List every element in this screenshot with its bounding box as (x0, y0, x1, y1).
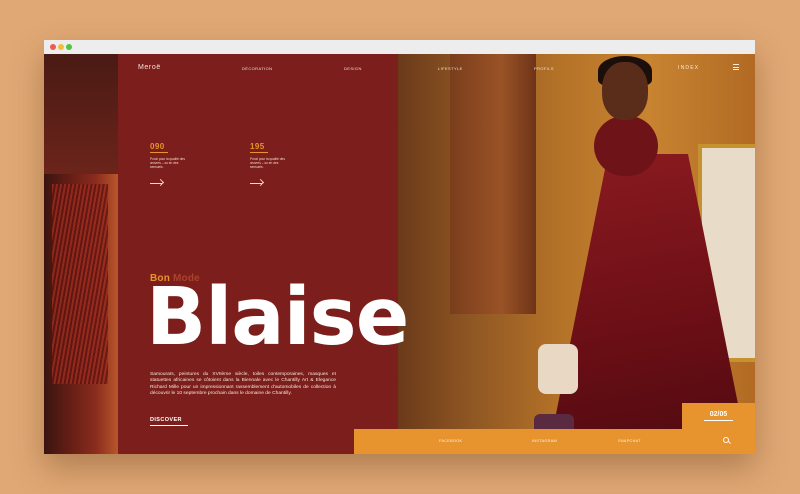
site-logo[interactable]: Meroë (138, 64, 161, 71)
footer-link-facebook[interactable]: FACEBOOK (439, 439, 462, 443)
search-icon[interactable] (723, 437, 731, 444)
nav-item-lifestyle[interactable]: LIFESTYLE (438, 66, 463, 71)
stat-block-2: 195 Ponzi pour la qualité des œuvres – o… (250, 142, 306, 187)
nav-item-design[interactable]: DESIGN (344, 66, 362, 71)
nav-item-profils[interactable]: PROFILS (534, 66, 554, 71)
left-fashion-photo (44, 54, 118, 454)
arrow-right-icon[interactable] (150, 178, 165, 187)
footer-link-instagram[interactable]: INSTAGRAM (532, 439, 557, 443)
discover-link[interactable]: DISCOVER (150, 417, 182, 423)
stat-block-1: 090 Ponzi pour la qualité des œuvres – o… (150, 142, 206, 187)
slide-counter: 02/05 (682, 403, 755, 429)
top-navigation: Meroë DÉCORATION DESIGN LIFESTYLE PROFIL… (44, 54, 755, 84)
stat-description: Ponzi pour la qualité des œuvres – ou en… (150, 157, 185, 169)
minimize-window-icon[interactable] (58, 44, 64, 50)
zoom-window-icon[interactable] (66, 44, 72, 50)
browser-window: Meroë DÉCORATION DESIGN LIFESTYLE PROFIL… (44, 40, 755, 454)
stat-number: 195 (250, 142, 265, 151)
page-stage: Meroë DÉCORATION DESIGN LIFESTYLE PROFIL… (44, 54, 755, 454)
footer-link-snapchat[interactable]: SNAPCHAT (618, 439, 641, 443)
browser-chrome (44, 40, 755, 55)
nav-item-decoration[interactable]: DÉCORATION (242, 66, 272, 71)
model-photo (398, 54, 755, 454)
social-footer-bar: FACEBOOK INSTAGRAM SNAPCHAT (354, 429, 755, 454)
slide-counter-label: 02/05 (709, 411, 728, 418)
stat-number: 090 (150, 142, 165, 151)
hamburger-icon[interactable] (733, 64, 739, 72)
discover-underline (150, 425, 188, 426)
stat-description: Ponzi pour la qualité des œuvres – ou en… (250, 157, 285, 169)
index-link[interactable]: INDEX (678, 65, 699, 71)
arrow-right-icon[interactable] (250, 178, 265, 187)
close-window-icon[interactable] (50, 44, 56, 50)
hero-description: Samouraïs, peintures du XVIIème siècle, … (150, 372, 336, 397)
hero-title: Blaise (146, 271, 409, 363)
